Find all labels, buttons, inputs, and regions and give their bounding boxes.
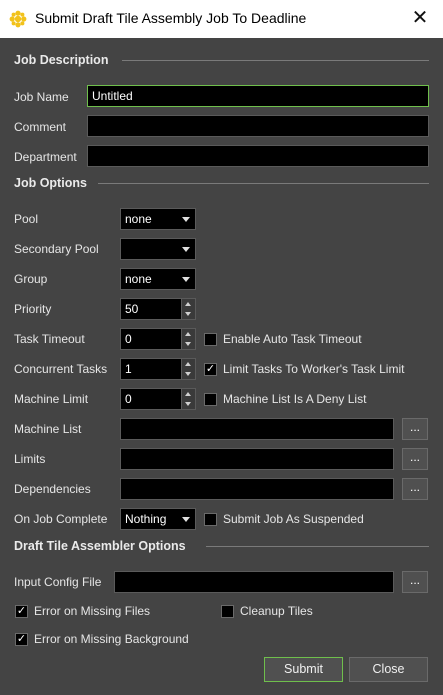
concurrent-tasks-label: Concurrent Tasks — [14, 362, 108, 376]
dependencies-input[interactable] — [120, 478, 394, 500]
spin-down-icon[interactable] — [185, 342, 191, 346]
job-name-label: Job Name — [14, 90, 69, 104]
spin-up-icon[interactable] — [185, 302, 191, 306]
secondary-pool-label: Secondary Pool — [14, 242, 99, 256]
deadline-app-icon — [9, 10, 27, 28]
priority-value: 50 — [125, 302, 139, 316]
priority-label: Priority — [14, 302, 52, 316]
department-label: Department — [14, 150, 77, 164]
job-name-input[interactable]: Untitled — [87, 85, 429, 107]
machine-limit-spinbox[interactable]: 0 — [120, 388, 196, 410]
department-input[interactable] — [87, 145, 429, 167]
section-draft-tile-options: Draft Tile Assembler Options — [14, 539, 186, 553]
chevron-down-icon — [182, 217, 190, 222]
spin-buttons[interactable] — [181, 299, 195, 319]
task-timeout-spinbox[interactable]: 0 — [120, 328, 196, 350]
spin-up-icon[interactable] — [185, 392, 191, 396]
on-job-complete-label: On Job Complete — [14, 512, 108, 526]
limit-tasks-label: Limit Tasks To Worker's Task Limit — [223, 362, 405, 376]
missing-background-label: Error on Missing Background — [34, 632, 189, 646]
group-value: none — [125, 272, 152, 286]
deny-list-checkbox[interactable] — [204, 393, 217, 406]
deny-list-label: Machine List Is A Deny List — [223, 392, 367, 406]
machine-limit-value: 0 — [125, 392, 132, 406]
limits-input[interactable] — [120, 448, 394, 470]
window-title: Submit Draft Tile Assembly Job To Deadli… — [35, 10, 307, 26]
dependencies-browse-button[interactable]: ... — [402, 478, 428, 500]
section-job-options: Job Options — [14, 176, 87, 190]
close-button[interactable]: Close — [349, 657, 428, 682]
pool-dropdown[interactable]: none — [120, 208, 196, 230]
section-job-description: Job Description — [14, 53, 109, 67]
suspended-checkbox[interactable] — [204, 513, 217, 526]
auto-timeout-checkbox[interactable] — [204, 333, 217, 346]
spin-buttons[interactable] — [181, 359, 195, 379]
task-timeout-label: Task Timeout — [14, 332, 85, 346]
spin-buttons[interactable] — [181, 389, 195, 409]
section-divider — [122, 60, 429, 61]
group-dropdown[interactable]: none — [120, 268, 196, 290]
input-config-browse-button[interactable]: ... — [402, 571, 428, 593]
spin-up-icon[interactable] — [185, 362, 191, 366]
spin-down-icon[interactable] — [185, 402, 191, 406]
auto-timeout-label: Enable Auto Task Timeout — [223, 332, 362, 346]
chevron-down-icon — [182, 517, 190, 522]
missing-files-checkbox[interactable]: ✓ — [15, 605, 28, 618]
secondary-pool-dropdown[interactable] — [120, 238, 196, 260]
comment-input[interactable] — [87, 115, 429, 137]
spin-up-icon[interactable] — [185, 332, 191, 336]
title-bar: Submit Draft Tile Assembly Job To Deadli… — [0, 0, 443, 38]
priority-spinbox[interactable]: 50 — [120, 298, 196, 320]
missing-background-checkbox[interactable]: ✓ — [15, 633, 28, 646]
cleanup-tiles-checkbox[interactable] — [221, 605, 234, 618]
task-timeout-value: 0 — [125, 332, 132, 346]
input-config-label: Input Config File — [14, 575, 102, 589]
machine-list-browse-button[interactable]: ... — [402, 418, 428, 440]
missing-files-label: Error on Missing Files — [34, 604, 151, 618]
close-icon[interactable]: ✕ — [397, 0, 443, 38]
section-divider — [206, 546, 429, 547]
cleanup-tiles-label: Cleanup Tiles — [240, 604, 313, 618]
submit-button[interactable]: Submit — [264, 657, 343, 682]
pool-value: none — [125, 212, 152, 226]
dependencies-label: Dependencies — [14, 482, 91, 496]
pool-label: Pool — [14, 212, 39, 226]
machine-limit-label: Machine Limit — [14, 392, 89, 406]
suspended-label: Submit Job As Suspended — [223, 512, 364, 526]
limits-label: Limits — [14, 452, 46, 466]
section-divider — [98, 183, 429, 184]
input-config-input[interactable] — [114, 571, 394, 593]
on-job-complete-value: Nothing — [125, 512, 167, 526]
spin-down-icon[interactable] — [185, 372, 191, 376]
on-job-complete-dropdown[interactable]: Nothing — [120, 508, 196, 530]
machine-list-label: Machine List — [14, 422, 82, 436]
concurrent-tasks-spinbox[interactable]: 1 — [120, 358, 196, 380]
spin-buttons[interactable] — [181, 329, 195, 349]
concurrent-tasks-value: 1 — [125, 362, 132, 376]
spin-down-icon[interactable] — [185, 312, 191, 316]
limits-browse-button[interactable]: ... — [402, 448, 428, 470]
machine-list-input[interactable] — [120, 418, 394, 440]
group-label: Group — [14, 272, 48, 286]
comment-label: Comment — [14, 120, 67, 134]
limit-tasks-checkbox[interactable]: ✓ — [204, 363, 217, 376]
chevron-down-icon — [182, 277, 190, 282]
chevron-down-icon — [182, 247, 190, 252]
